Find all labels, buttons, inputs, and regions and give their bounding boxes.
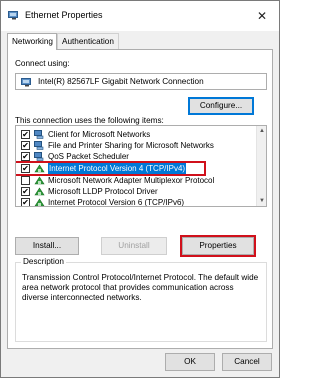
adapter-field: Intel(R) 82567LF Gigabit Network Connect… — [15, 73, 267, 90]
description-legend: Description — [21, 257, 66, 266]
items-label: This connection uses the following items… — [15, 116, 164, 125]
cancel-button[interactable]: Cancel — [222, 353, 272, 371]
item-label: File and Printer Sharing for Microsoft N… — [48, 141, 214, 150]
protocol-icon — [34, 164, 45, 173]
description-group: Description Transmission Control Protoco… — [15, 257, 267, 342]
checkbox[interactable]: ✔ — [21, 130, 30, 139]
checkbox[interactable]: ✔ — [21, 141, 30, 150]
close-button[interactable]: ✕ — [251, 7, 273, 25]
tab-networking[interactable]: Networking — [7, 33, 57, 50]
checkbox[interactable]: ✔ — [21, 152, 30, 161]
item-label: QoS Packet Scheduler — [48, 152, 129, 161]
adapter-name: Intel(R) 82567LF Gigabit Network Connect… — [38, 77, 204, 86]
checkbox[interactable] — [21, 176, 30, 185]
list-item[interactable]: ✔ Internet Protocol Version 6 (TCP/IPv6) — [16, 197, 256, 207]
protocol-icon — [34, 198, 45, 206]
list-item[interactable]: ✔ Client for Microsoft Networks — [16, 129, 256, 140]
list-item[interactable]: ✔ Microsoft LLDP Protocol Driver — [16, 186, 256, 197]
list-item-selected[interactable]: ✔ Internet Protocol Version 4 (TCP/IPv4) — [16, 161, 206, 176]
ok-button[interactable]: OK — [165, 353, 215, 371]
install-button[interactable]: Install... — [15, 237, 79, 255]
protocol-icon — [34, 187, 45, 196]
network-adapter-icon — [21, 78, 31, 87]
item-label: Microsoft Network Adapter Multiplexor Pr… — [48, 176, 215, 185]
scroll-down-icon[interactable]: ▼ — [258, 197, 266, 205]
properties-button[interactable]: Properties — [180, 235, 256, 257]
checkbox[interactable]: ✔ — [21, 164, 30, 173]
title-bar: Ethernet Properties ✕ — [1, 1, 279, 31]
list-item[interactable]: ✔ QoS Packet Scheduler — [16, 151, 256, 162]
uninstall-button: Uninstall — [101, 237, 167, 255]
network-service-icon — [34, 152, 44, 161]
tab-authentication[interactable]: Authentication — [57, 33, 119, 49]
item-label: Client for Microsoft Networks — [48, 130, 151, 139]
item-label: Internet Protocol Version 6 (TCP/IPv6) — [48, 198, 185, 207]
checkbox[interactable]: ✔ — [21, 198, 30, 206]
networking-panel: Connect using: Intel(R) 82567LF Gigabit … — [7, 49, 273, 349]
network-adapter-icon — [8, 11, 18, 20]
close-icon: ✕ — [256, 9, 268, 23]
protocol-icon — [34, 176, 45, 185]
item-label: Internet Protocol Version 4 (TCP/IPv4) — [48, 163, 187, 174]
item-label: Microsoft LLDP Protocol Driver — [48, 187, 158, 196]
list-item[interactable]: Microsoft Network Adapter Multiplexor Pr… — [16, 175, 256, 186]
description-text: Transmission Control Protocol/Internet P… — [22, 273, 259, 302]
list-item[interactable]: ✔ File and Printer Sharing for Microsoft… — [16, 140, 256, 151]
ethernet-properties-window: Ethernet Properties ✕ Networking Authent… — [0, 0, 280, 378]
checkbox[interactable]: ✔ — [21, 187, 30, 196]
network-client-icon — [34, 130, 44, 139]
scroll-up-icon[interactable]: ▲ — [258, 127, 266, 135]
items-list[interactable]: ✔ Client for Microsoft Networks ✔ File a… — [15, 125, 267, 207]
window-title: Ethernet Properties — [25, 10, 103, 20]
tab-networking-label: Networking — [12, 37, 53, 46]
list-scrollbar[interactable]: ▲ ▼ — [256, 126, 266, 206]
network-service-icon — [34, 141, 44, 150]
connect-using-label: Connect using: — [15, 59, 70, 68]
tab-authentication-label: Authentication — [62, 37, 114, 46]
configure-button[interactable]: Configure... — [188, 97, 254, 115]
